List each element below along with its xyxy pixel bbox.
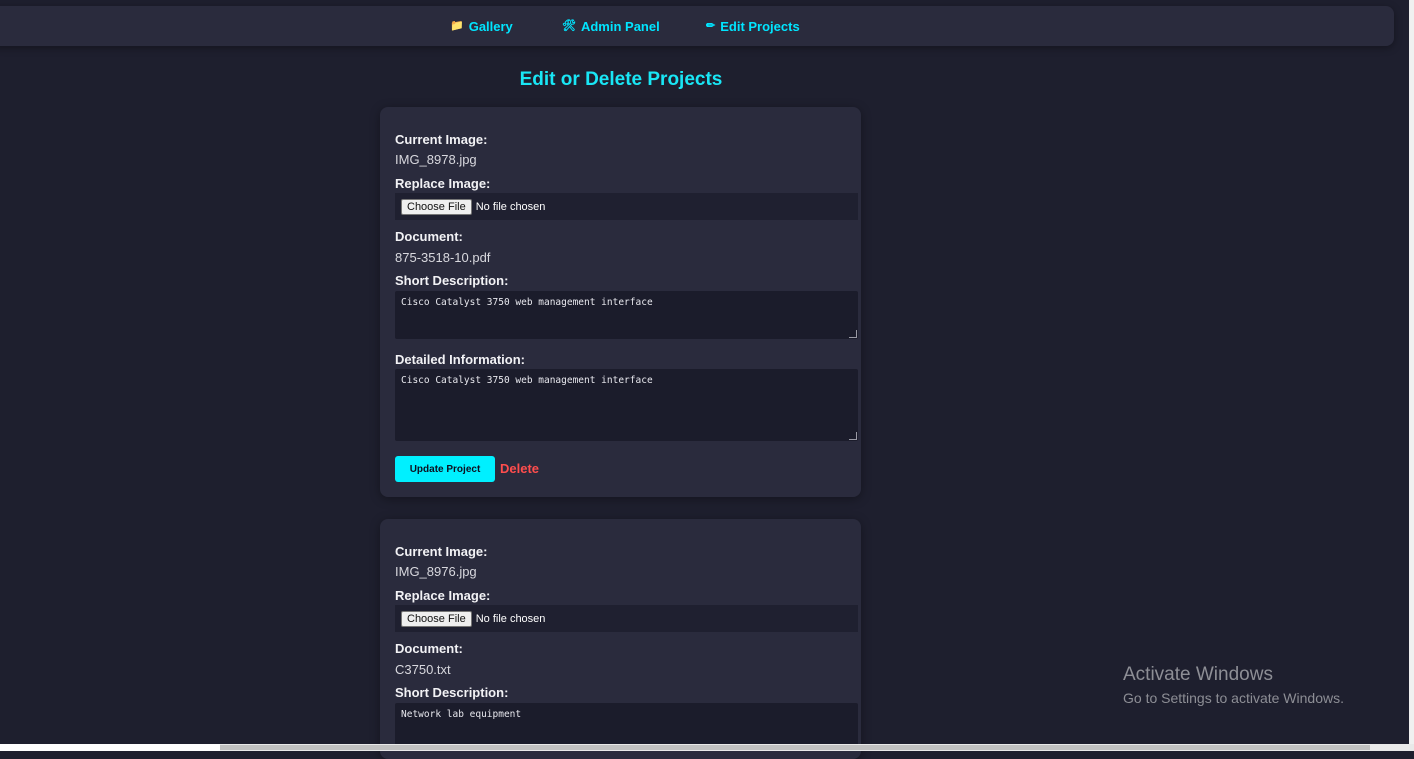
pencil-icon: ✏ (706, 20, 716, 32)
file-status-text: No file chosen (475, 200, 546, 213)
vertical-scrollbar[interactable] (1409, 0, 1414, 744)
folder-icon: 📁 (450, 20, 464, 32)
document-label: Document: (395, 229, 463, 244)
short-description-label: Short Description: (395, 685, 509, 700)
watermark-title: Activate Windows (1123, 664, 1273, 685)
nav-gallery-link[interactable]: 📁 Gallery (450, 19, 513, 34)
project-card: Current Image: IMG_8976.jpg Replace Imag… (380, 519, 861, 759)
current-image-label: Current Image: (395, 132, 488, 147)
current-image-label: Current Image: (395, 544, 488, 559)
top-navbar (0, 6, 1394, 46)
detailed-information-text: Cisco Catalyst 3750 web management inter… (401, 375, 653, 386)
replace-image-label: Replace Image: (395, 176, 491, 191)
current-image-filename: IMG_8976.jpg (395, 564, 477, 579)
watermark-subtitle: Go to Settings to activate Windows. (1123, 690, 1344, 706)
resize-grip-icon[interactable] (849, 432, 857, 440)
tools-icon: 🛠 (562, 20, 576, 32)
nav-admin-panel-label: Admin Panel (580, 19, 660, 34)
short-description-label: Short Description: (395, 273, 509, 288)
activate-windows-watermark: Activate Windows Go to Settings to activ… (1123, 664, 1344, 706)
short-description-textarea[interactable]: Cisco Catalyst 3750 web management inter… (395, 291, 858, 339)
document-label: Document: (395, 641, 463, 656)
nav-gallery-label: Gallery (468, 19, 513, 34)
document-filename: 875-3518-10.pdf (395, 250, 491, 265)
replace-image-label: Replace Image: (395, 588, 491, 603)
short-description-text: Network lab equipment (401, 709, 522, 720)
detailed-information-label: Detailed Information: (395, 352, 526, 367)
nav-edit-projects-label: Edit Projects (720, 19, 800, 34)
update-project-button[interactable]: Update Project (395, 456, 495, 482)
resize-grip-icon[interactable] (849, 330, 857, 338)
delete-project-link[interactable]: Delete (500, 461, 539, 476)
short-description-text: Cisco Catalyst 3750 web management inter… (401, 297, 653, 308)
replace-image-file-input[interactable]: Choose File No file chosen (395, 605, 858, 632)
page-title: Edit or Delete Projects (519, 69, 723, 90)
choose-file-button[interactable]: Choose File (401, 610, 472, 627)
detailed-information-textarea[interactable]: Cisco Catalyst 3750 web management inter… (395, 369, 858, 441)
replace-image-file-input[interactable]: Choose File No file chosen (395, 193, 858, 220)
horizontal-scrollbar-thumb[interactable] (220, 745, 1370, 750)
nav-edit-projects-link[interactable]: ✏ Edit Projects (706, 19, 800, 34)
current-image-filename: IMG_8978.jpg (395, 152, 477, 167)
nav-admin-panel-link[interactable]: 🛠 Admin Panel (562, 19, 660, 34)
file-status-text: No file chosen (475, 612, 546, 625)
choose-file-button[interactable]: Choose File (401, 198, 472, 215)
project-card: Current Image: IMG_8978.jpg Replace Imag… (380, 107, 861, 497)
document-filename: C3750.txt (395, 662, 451, 677)
